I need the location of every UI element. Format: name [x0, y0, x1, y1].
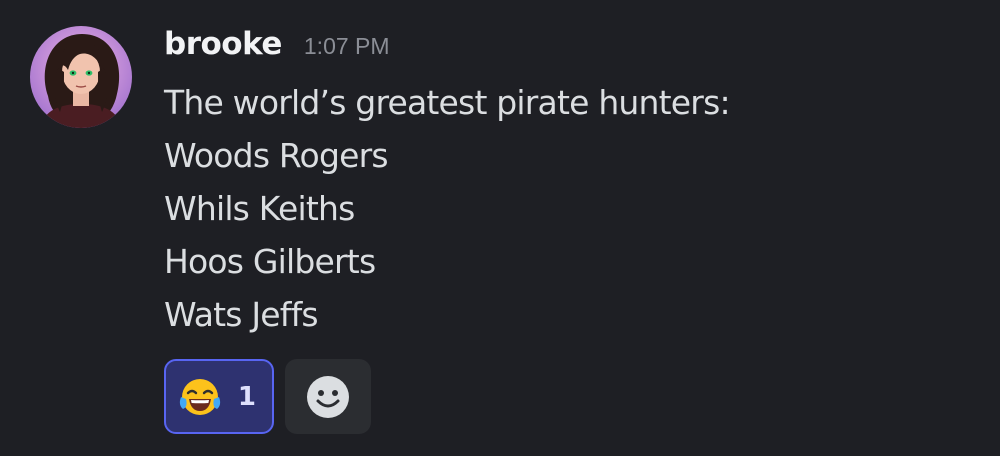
- message-header: brooke 1:07 PM: [164, 26, 390, 66]
- avatar[interactable]: [30, 26, 132, 128]
- message-line: The world’s greatest pirate hunters:: [164, 83, 731, 122]
- smiley-face-icon: [307, 375, 349, 418]
- add-reaction-button[interactable]: [285, 359, 371, 434]
- chat-message: brooke 1:07 PM The world’s greatest pira…: [0, 0, 1000, 456]
- message-line: Wats Jeffs: [164, 295, 319, 334]
- message-line: Woods Rogers: [164, 136, 389, 175]
- reaction-count: 1: [237, 381, 256, 412]
- timestamp: 1:07 PM: [303, 33, 390, 59]
- reaction-laughing[interactable]: 1: [164, 359, 274, 434]
- username[interactable]: brooke: [164, 26, 282, 62]
- face-with-tears-of-joy-icon: [179, 378, 221, 415]
- avatar-portrait-icon: [40, 34, 122, 128]
- message-line: Whils Keiths: [164, 189, 355, 228]
- message-content: The world’s greatest pirate hunters: Woo…: [164, 76, 964, 341]
- message-line: Hoos Gilberts: [164, 242, 376, 281]
- reaction-bar: 1: [164, 359, 371, 434]
